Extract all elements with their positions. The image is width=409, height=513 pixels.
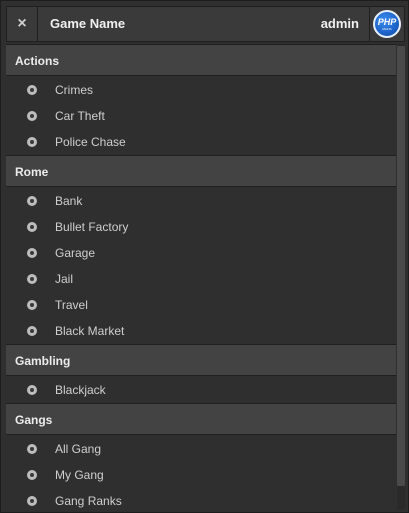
bullet-icon (27, 326, 37, 336)
menu-item-label: Car Theft (55, 109, 105, 123)
menu-item-label: My Gang (55, 468, 104, 482)
bullet-icon (27, 248, 37, 258)
bullet-icon (27, 137, 37, 147)
bullet-icon (27, 222, 37, 232)
menu-item-black-market[interactable]: Black Market (6, 318, 396, 344)
menu-item-crimes[interactable]: Crimes (6, 77, 396, 103)
section-header-actions: Actions (6, 44, 396, 76)
bullet-icon (27, 111, 37, 121)
bullet-icon (27, 85, 37, 95)
menu-item-label: Gang Ranks (55, 494, 122, 508)
menu-item-travel[interactable]: Travel (6, 292, 396, 318)
menu-item-gang-ranks[interactable]: Gang Ranks (6, 488, 396, 512)
avatar[interactable]: PHP MAFIA (373, 10, 401, 38)
bullet-icon (27, 300, 37, 310)
section-header-gangs: Gangs (6, 403, 396, 435)
menu-scrollbar[interactable] (397, 44, 405, 509)
menu-item-label: Bullet Factory (55, 220, 129, 234)
close-menu-button[interactable]: × (7, 7, 38, 41)
game-name-title[interactable]: Game Name (50, 7, 125, 41)
menu-item-blackjack[interactable]: Blackjack (6, 377, 396, 403)
app-frame: × Game Name admin PHP MAFIA Actions Crim… (0, 0, 409, 513)
menu-item-label: Crimes (55, 83, 93, 97)
top-bar: × Game Name admin PHP MAFIA (6, 6, 405, 42)
menu-item-label: Blackjack (55, 383, 106, 397)
menu-item-label: Travel (55, 298, 88, 312)
menu-item-jail[interactable]: Jail (6, 266, 396, 292)
bullet-icon (27, 196, 37, 206)
bullet-icon (27, 470, 37, 480)
php-logo-icon: PHP (377, 16, 397, 27)
menu-item-label: Black Market (55, 324, 125, 338)
menu-item-my-gang[interactable]: My Gang (6, 462, 396, 488)
menu-item-label: Jail (55, 272, 74, 286)
bullet-icon (27, 385, 37, 395)
menu-item-bank[interactable]: Bank (6, 188, 396, 214)
bullet-icon (27, 444, 37, 454)
menu-item-label: All Gang (55, 442, 102, 456)
menu-item-police-chase[interactable]: Police Chase (6, 129, 396, 155)
menu-item-car-theft[interactable]: Car Theft (6, 103, 396, 129)
menu-item-label: Police Chase (55, 135, 126, 149)
logo-subtext: MAFIA (382, 26, 392, 31)
section-header-rome: Rome (6, 155, 396, 187)
bullet-icon (27, 274, 37, 284)
menu-item-label: Garage (55, 246, 96, 260)
side-menu: Actions Crimes Car Theft Police Chase Ro… (6, 44, 396, 512)
section-header-gambling: Gambling (6, 344, 396, 376)
menu-item-garage[interactable]: Garage (6, 240, 396, 266)
username-label[interactable]: admin (321, 7, 359, 41)
header-divider (369, 7, 370, 41)
menu-item-bullet-factory[interactable]: Bullet Factory (6, 214, 396, 240)
menu-item-all-gang[interactable]: All Gang (6, 436, 396, 462)
bullet-icon (27, 496, 37, 506)
menu-item-label: Bank (55, 194, 83, 208)
scrollbar-thumb[interactable] (397, 46, 405, 486)
